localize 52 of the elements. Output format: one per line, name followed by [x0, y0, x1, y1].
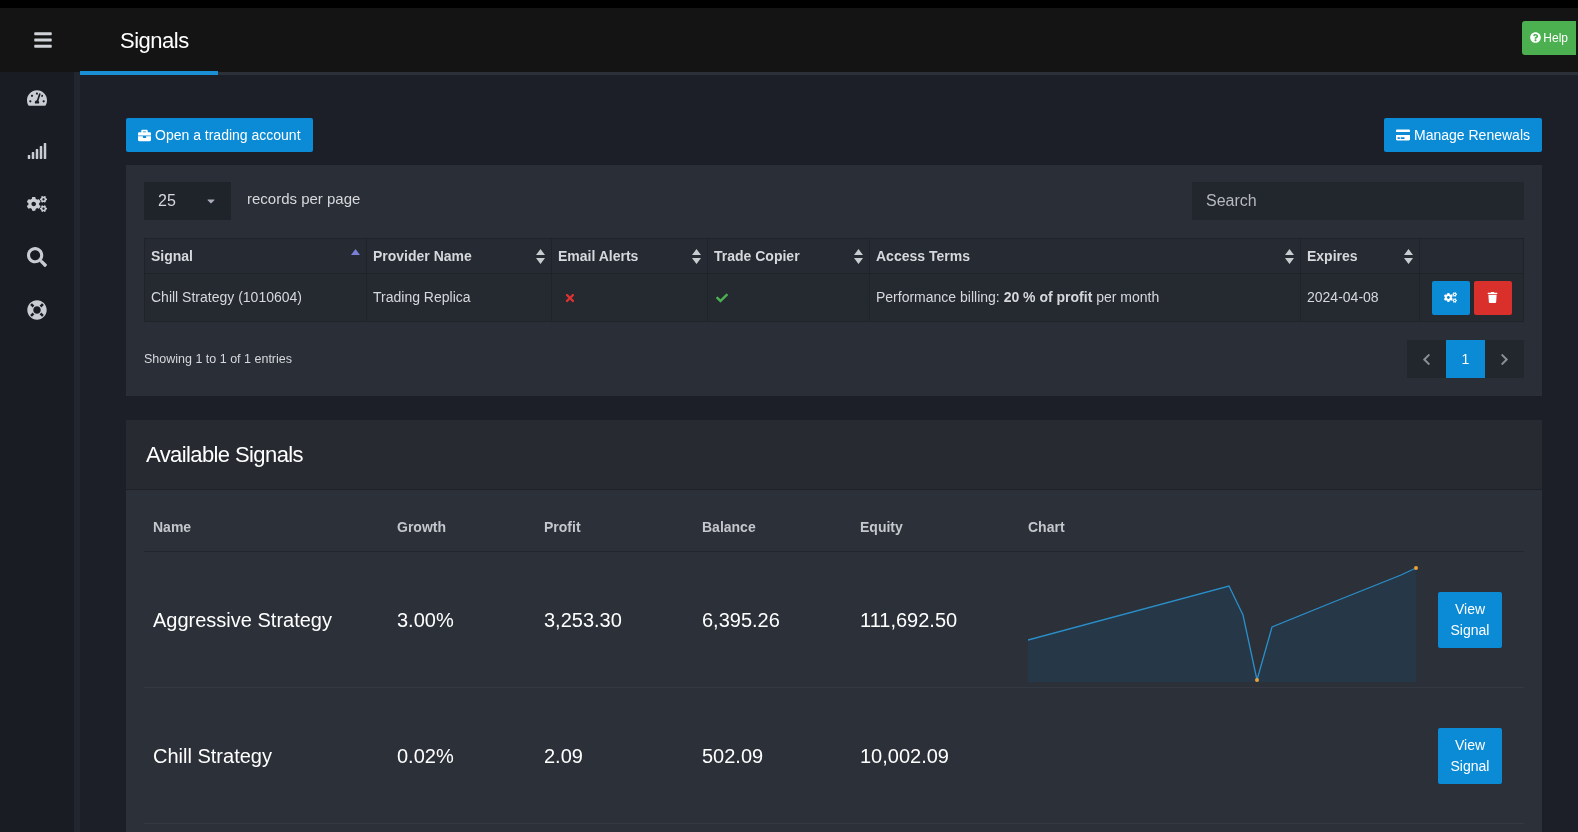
table-cell: Trading Replica	[367, 274, 552, 321]
column-header[interactable]: Signal	[145, 239, 367, 273]
view-signal-button[interactable]: View Signal	[1438, 591, 1502, 648]
manage-renewals-button[interactable]: Manage Renewals	[1384, 118, 1542, 152]
equity-value: 111,692.50	[859, 607, 959, 633]
page-size-select[interactable]: 25	[144, 182, 231, 220]
column-header: Name	[152, 518, 193, 537]
help-icon	[1530, 32, 1542, 43]
search-icon[interactable]	[27, 247, 47, 267]
signal-name: Aggressive Strategy	[152, 607, 333, 633]
column-header[interactable]: Access Terms	[870, 239, 1301, 273]
column-header: Balance	[701, 518, 757, 537]
column-header: Profit	[543, 518, 582, 537]
settings-icon	[1444, 291, 1457, 304]
column-header: Growth	[396, 518, 447, 537]
balance-value: 502.09	[701, 743, 765, 769]
briefcase-icon	[138, 128, 151, 142]
view-signal-button[interactable]: View Signal	[1438, 727, 1502, 784]
life-ring-icon[interactable]	[27, 300, 47, 320]
settings-button[interactable]	[1431, 280, 1470, 315]
chevron-right-icon	[1498, 352, 1511, 366]
credit-card-icon	[1396, 128, 1411, 142]
signal-bars-icon[interactable]	[27, 141, 47, 161]
page-size-label: records per page	[247, 188, 361, 209]
table-cell: 2024-04-08	[1301, 274, 1420, 321]
search-field[interactable]: Search	[1192, 182, 1524, 220]
open-account-button[interactable]: Open a trading account	[126, 118, 313, 152]
growth-value: 0.02%	[396, 743, 455, 769]
column-header: Chart	[1027, 518, 1066, 537]
section-title: Available Signals	[146, 441, 303, 469]
trash-icon	[1487, 292, 1498, 303]
equity-value: 10,002.09	[859, 743, 950, 769]
table-cell: Chill Strategy (1010604)	[145, 274, 367, 321]
balance-value: 6,395.26	[701, 607, 781, 633]
signal-name: Chill Strategy	[152, 743, 273, 769]
entries-info: Showing 1 to 1 of 1 entries	[144, 350, 292, 368]
column-header[interactable]: Provider Name	[367, 239, 552, 273]
menu-icon[interactable]	[32, 30, 53, 50]
column-header[interactable]: Trade Copier	[708, 239, 870, 273]
growth-value: 3.00%	[396, 607, 455, 633]
profit-value: 2.09	[543, 743, 584, 769]
gauge-icon[interactable]	[27, 88, 47, 108]
page-title: Signals	[120, 26, 189, 55]
chevron-left-icon	[1420, 352, 1433, 366]
column-header[interactable]: Email Alerts	[552, 239, 708, 273]
access-terms-text: Performance billing: 20 % of profit per month	[876, 288, 1160, 307]
column-header: Equity	[859, 518, 904, 537]
delete-button[interactable]	[1473, 280, 1512, 315]
column-header[interactable]: Expires	[1301, 239, 1420, 273]
page-button[interactable]: 1	[1446, 340, 1485, 378]
profit-value: 3,253.30	[543, 607, 623, 633]
settings-icon[interactable]	[27, 194, 47, 214]
